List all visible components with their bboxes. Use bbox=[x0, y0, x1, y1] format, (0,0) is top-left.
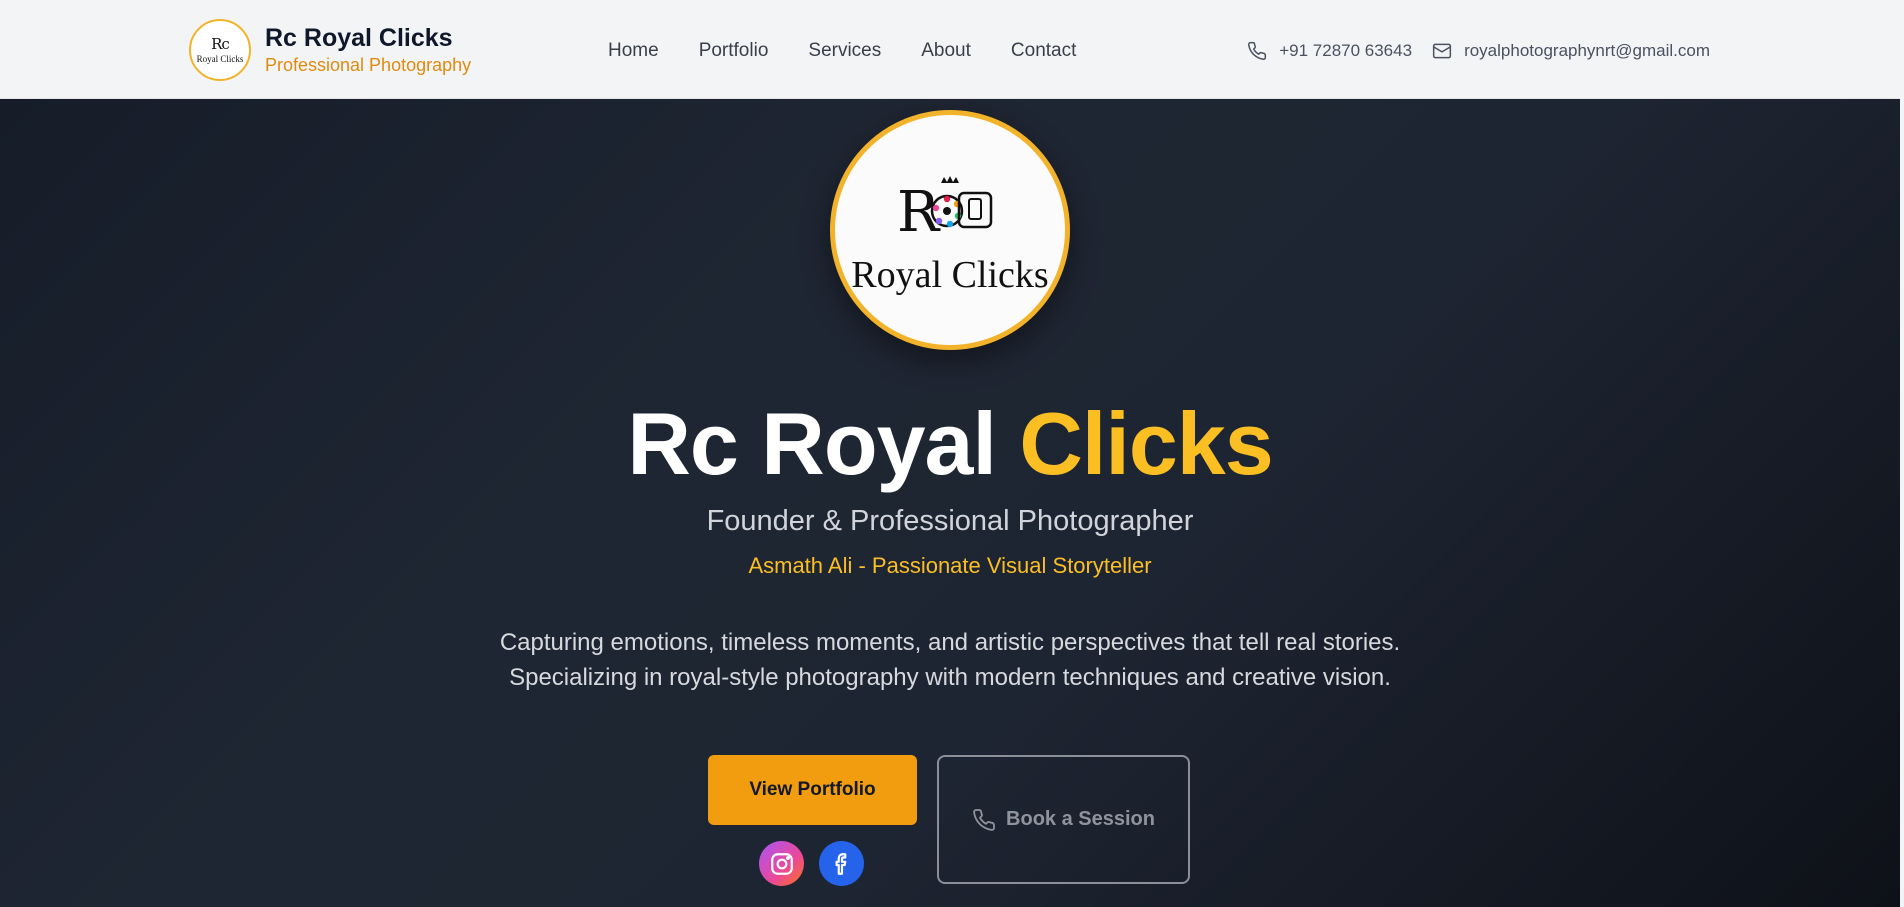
hero-section: R Royal Clicks Rc Royal Clicks Founder &… bbox=[0, 99, 1900, 907]
hero-title-accent: Clicks bbox=[1019, 394, 1273, 493]
phone-icon bbox=[973, 808, 995, 831]
view-portfolio-button[interactable]: View Portfolio bbox=[708, 755, 917, 825]
hero-name-line: Asmath Ali - Passionate Visual Storytell… bbox=[748, 553, 1152, 578]
window-scrollbar[interactable] bbox=[1900, 0, 1904, 907]
facebook-link[interactable] bbox=[819, 841, 864, 886]
brand-text: Rc Royal Clicks Professional Photography bbox=[265, 23, 471, 77]
phone-icon bbox=[1248, 41, 1267, 60]
brand-subtitle: Professional Photography bbox=[265, 55, 472, 75]
hero-role: Founder & Professional Photographer bbox=[706, 505, 1194, 537]
phone-number: +91 72870 63643 bbox=[1279, 41, 1413, 60]
brand-title: Rc Royal Clicks bbox=[265, 24, 453, 52]
header-contact: +91 72870 63643 royalphotographynrt@gmai… bbox=[1227, 36, 1710, 66]
hero-logo: R Royal Clicks bbox=[830, 110, 1070, 350]
brand[interactable]: Rc Royal Clicks Rc Royal Clicks Professi… bbox=[189, 19, 471, 81]
facebook-icon bbox=[835, 852, 846, 875]
brand-logo[interactable]: Rc Royal Clicks bbox=[189, 19, 251, 81]
hero-logo-text: Royal Clicks bbox=[851, 254, 1049, 296]
instagram-link[interactable] bbox=[759, 841, 804, 886]
hero-description: Capturing emotions, timeless moments, an… bbox=[0, 625, 1900, 695]
mail-icon bbox=[1432, 43, 1452, 59]
instagram-icon bbox=[770, 852, 793, 875]
hero-description-line-1: Capturing emotions, timeless moments, an… bbox=[499, 629, 1401, 656]
main-nav: Home Portfolio Services About Contact bbox=[608, 36, 1116, 66]
nav-home[interactable]: Home bbox=[608, 36, 659, 66]
camera-logo-icon: R bbox=[897, 176, 993, 239]
brand-logo-monogram: Rc bbox=[211, 34, 230, 53]
book-session-label: Book a Session bbox=[1006, 808, 1155, 830]
hero-title: Rc Royal Clicks bbox=[0, 389, 1900, 499]
book-session-button[interactable]: Book a Session bbox=[937, 755, 1190, 884]
nav-contact[interactable]: Contact bbox=[1011, 36, 1076, 66]
hero-title-main: Rc Royal bbox=[627, 394, 997, 493]
nav-portfolio[interactable]: Portfolio bbox=[699, 36, 769, 66]
brand-logo-text: Royal Clicks bbox=[196, 53, 244, 64]
nav-services[interactable]: Services bbox=[808, 36, 881, 66]
nav-about[interactable]: About bbox=[921, 36, 971, 66]
site-header: Rc Royal Clicks Rc Royal Clicks Professi… bbox=[0, 0, 1904, 99]
email-link[interactable]: royalphotographynrt@gmail.com bbox=[1432, 36, 1710, 66]
email-address: royalphotographynrt@gmail.com bbox=[1464, 41, 1710, 60]
phone-link[interactable]: +91 72870 63643 bbox=[1247, 36, 1412, 66]
hero-description-line-2: Specializing in royal-style photography … bbox=[509, 664, 1391, 691]
